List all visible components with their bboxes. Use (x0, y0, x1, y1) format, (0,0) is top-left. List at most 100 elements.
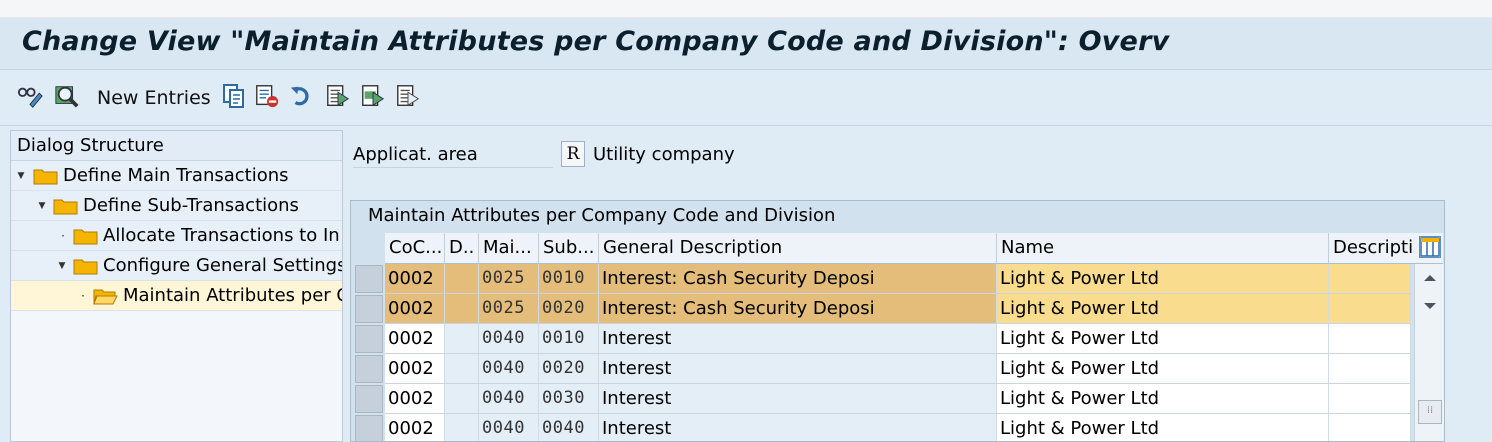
cell-main-transaction[interactable]: 0025 (479, 294, 539, 323)
cell-sub-transaction[interactable]: 0040 (539, 414, 599, 441)
cell-main-transaction[interactable]: 0040 (479, 324, 539, 353)
row-selector[interactable] (355, 295, 383, 323)
cell-description[interactable] (1329, 324, 1411, 353)
table-header-row: CoC... D.. Mai... Sub... General Descrip… (385, 233, 1443, 264)
column-header-division[interactable]: D.. (445, 233, 479, 263)
table-row[interactable]: 0002 0040 0010 Interest Light & Power Lt… (385, 324, 1411, 354)
row-selector[interactable] (355, 385, 383, 413)
table-title: Maintain Attributes per Company Code and… (368, 205, 836, 226)
cell-description[interactable] (1329, 384, 1411, 413)
cell-company-code[interactable]: 0002 (385, 294, 445, 323)
cell-main-transaction[interactable]: 0025 (479, 264, 539, 293)
cell-general-description[interactable]: Interest (599, 414, 997, 441)
tree-item-define-sub-transactions[interactable]: ▼ Define Sub-Transactions (11, 191, 342, 221)
cell-company-code[interactable]: 0002 (385, 354, 445, 383)
table-row[interactable]: 0002 0025 0010 Interest: Cash Security D… (385, 264, 1411, 294)
cell-company-code[interactable]: 0002 (385, 384, 445, 413)
cell-sub-transaction[interactable]: 0010 (539, 324, 599, 353)
cell-sub-transaction[interactable]: 0010 (539, 264, 599, 293)
table-row[interactable]: 0002 0040 0030 Interest Light & Power Lt… (385, 384, 1411, 414)
cell-name[interactable]: Light & Power Ltd (997, 264, 1329, 293)
cell-division[interactable] (445, 264, 479, 293)
expanded-arrow-icon[interactable]: ▼ (57, 251, 67, 281)
expanded-arrow-icon[interactable]: ▼ (16, 161, 26, 191)
tree-item-label: Define Main Transactions (63, 165, 289, 186)
column-header-company-code[interactable]: CoC... (385, 233, 445, 263)
cell-company-code[interactable]: 0002 (385, 324, 445, 353)
page-title: Change View "Maintain Attributes per Com… (22, 26, 1170, 57)
expanded-arrow-icon[interactable]: ▼ (37, 191, 47, 221)
application-area-description: Utility company (593, 144, 735, 165)
dialog-structure-panel: Dialog Structure ▼ Define Main Transacti… (10, 130, 343, 442)
find-icon[interactable] (54, 82, 80, 110)
cell-name[interactable]: Light & Power Ltd (997, 294, 1329, 323)
delete-icon[interactable] (254, 82, 280, 110)
table-row[interactable]: 0002 0025 0020 Interest: Cash Security D… (385, 294, 1411, 324)
scrollbar-thumb[interactable]: ⁞⁞ (1418, 400, 1442, 424)
cell-sub-transaction[interactable]: 0020 (539, 294, 599, 323)
cell-general-description[interactable]: Interest (599, 354, 997, 383)
deselect-all-icon[interactable] (395, 82, 421, 110)
cell-division[interactable] (445, 354, 479, 383)
glasses-pencil-icon[interactable] (17, 82, 43, 110)
title-bar: Change View "Maintain Attributes per Com… (0, 18, 1492, 70)
cell-division[interactable] (445, 324, 479, 353)
application-area-field[interactable]: R (561, 141, 585, 167)
cell-description[interactable] (1329, 264, 1411, 293)
tree-item-define-main-transactions[interactable]: ▼ Define Main Transactions (11, 161, 342, 191)
attributes-table-panel: Maintain Attributes per Company Code and… (350, 200, 1445, 442)
folder-icon (33, 169, 58, 185)
cell-division[interactable] (445, 294, 479, 323)
cell-name[interactable]: Light & Power Ltd (997, 324, 1329, 353)
dialog-structure-header: Dialog Structure (11, 131, 342, 161)
application-area-label: Applicat. area (353, 142, 553, 168)
row-selector[interactable] (355, 265, 383, 293)
cell-company-code[interactable]: 0002 (385, 264, 445, 293)
cell-general-description[interactable]: Interest (599, 384, 997, 413)
cell-division[interactable] (445, 384, 479, 413)
column-header-general-description[interactable]: General Description (599, 233, 997, 263)
column-settings-icon[interactable] (1419, 236, 1441, 258)
cell-general-description[interactable]: Interest (599, 324, 997, 353)
cell-description[interactable] (1329, 414, 1411, 441)
row-selector[interactable] (355, 415, 383, 441)
cell-name[interactable]: Light & Power Ltd (997, 384, 1329, 413)
tree-item-label: Allocate Transactions to In (103, 225, 340, 246)
row-selector[interactable] (355, 355, 383, 383)
new-entries-button[interactable]: New Entries (97, 87, 211, 109)
cell-sub-transaction[interactable]: 0030 (539, 384, 599, 413)
cell-division[interactable] (445, 414, 479, 441)
row-selector-column (355, 233, 385, 441)
cell-main-transaction[interactable]: 0040 (479, 384, 539, 413)
folder-icon (73, 229, 98, 245)
column-header-sub-transaction[interactable]: Sub... (539, 233, 599, 263)
cell-name[interactable]: Light & Power Ltd (997, 414, 1329, 441)
select-all-icon[interactable] (325, 82, 351, 110)
cell-name[interactable]: Light & Power Ltd (997, 354, 1329, 383)
leaf-bullet-icon: · (81, 289, 85, 303)
cell-description[interactable] (1329, 294, 1411, 323)
undo-icon[interactable] (289, 82, 315, 110)
tree-item-maintain-attributes[interactable]: · Maintain Attributes per C (11, 281, 342, 311)
folder-icon (53, 199, 78, 215)
cell-company-code[interactable]: 0002 (385, 414, 445, 441)
select-block-icon[interactable] (360, 82, 386, 110)
vertical-scrollbar[interactable]: ⁞⁞ (1414, 264, 1444, 441)
tree-item-allocate-transactions[interactable]: · Allocate Transactions to In (11, 221, 342, 251)
cell-sub-transaction[interactable]: 0020 (539, 354, 599, 383)
column-header-main-transaction[interactable]: Mai... (479, 233, 539, 263)
cell-general-description[interactable]: Interest: Cash Security Deposi (599, 264, 997, 293)
tree-item-configure-general-settings[interactable]: ▼ Configure General Settings (11, 251, 342, 281)
table-row[interactable]: 0002 0040 0040 Interest Light & Power Lt… (385, 414, 1411, 441)
cell-description[interactable] (1329, 354, 1411, 383)
cell-main-transaction[interactable]: 0040 (479, 414, 539, 441)
column-header-name[interactable]: Name (997, 233, 1329, 263)
cell-main-transaction[interactable]: 0040 (479, 354, 539, 383)
row-selector[interactable] (355, 325, 383, 353)
scroll-down-icon[interactable] (1420, 296, 1440, 316)
copy-icon[interactable] (221, 82, 247, 110)
cell-general-description[interactable]: Interest: Cash Security Deposi (599, 294, 997, 323)
open-folder-icon (93, 289, 118, 305)
scroll-up-icon[interactable] (1420, 268, 1440, 288)
table-row[interactable]: 0002 0040 0020 Interest Light & Power Lt… (385, 354, 1411, 384)
